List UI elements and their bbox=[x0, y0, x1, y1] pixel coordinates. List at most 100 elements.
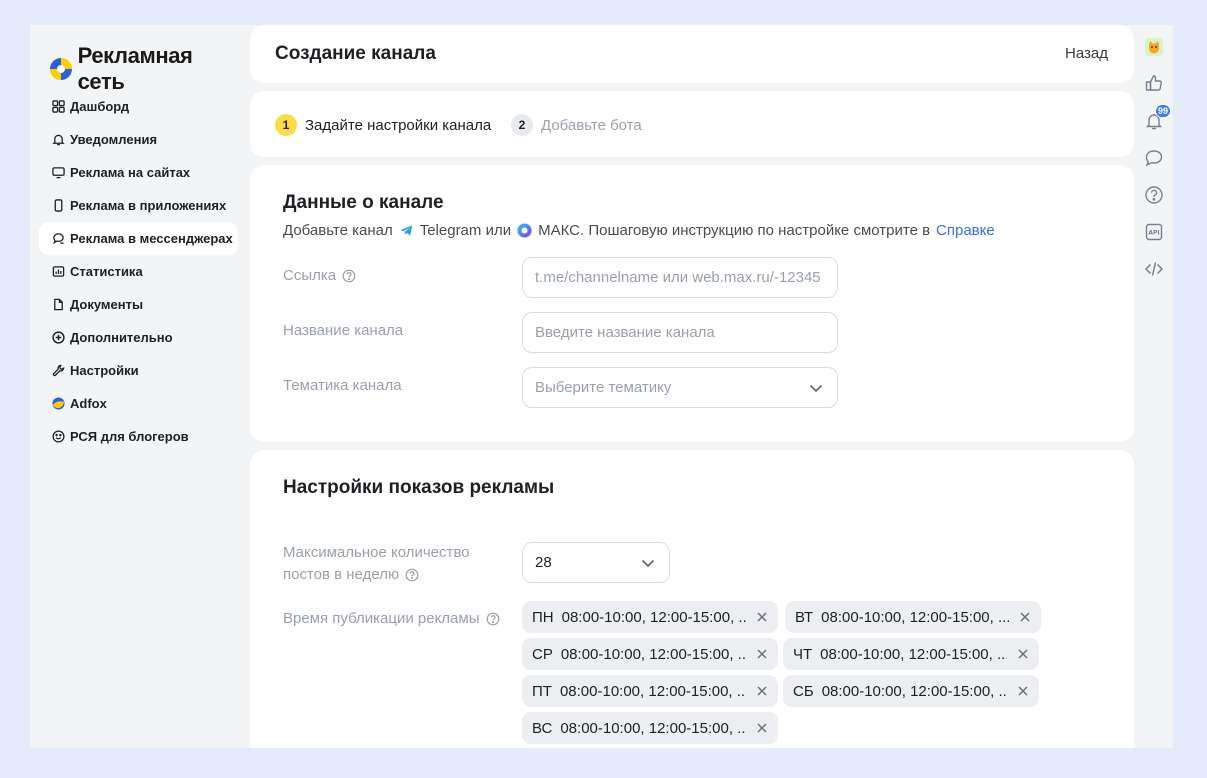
api-text: API bbox=[1148, 230, 1159, 237]
sidebar-item-label: Уведомления bbox=[70, 132, 158, 147]
page-title: Создание канала bbox=[275, 43, 436, 64]
sidebar-item-settings[interactable]: Настройки bbox=[39, 354, 238, 387]
channel-name-input[interactable]: Введите название канала bbox=[522, 312, 838, 353]
help-circle-icon[interactable] bbox=[486, 612, 500, 626]
label-text: Название канала bbox=[283, 322, 404, 339]
schedule-chip-friday[interactable]: ПТ 08:00-10:00, 12:00-15:00, ... bbox=[522, 675, 778, 707]
publish-time-label: Время публикации рекламы bbox=[283, 608, 500, 630]
sidebar-item-label: Реклама в мессенджерах bbox=[70, 231, 233, 246]
logo-text: Рекламная сеть bbox=[77, 43, 193, 94]
sidebar-item-adfox[interactable]: Adfox bbox=[39, 387, 238, 420]
like-icon[interactable] bbox=[1143, 72, 1165, 94]
close-icon[interactable] bbox=[1017, 685, 1029, 697]
close-icon[interactable] bbox=[1017, 648, 1029, 660]
schedule-chip-sunday[interactable]: ВС 08:00-10:00, 12:00-15:00, ... bbox=[522, 712, 778, 744]
label-text: постов в неделю bbox=[283, 566, 400, 583]
sidebar-nav: Дашборд Уведомления Реклама на сайтах Ре… bbox=[39, 90, 238, 453]
chip-times: 08:00-10:00, 12:00-15:00, ... bbox=[560, 719, 746, 737]
wrench-icon bbox=[51, 364, 65, 378]
input-placeholder: Введите название канала bbox=[535, 324, 715, 341]
help-link[interactable]: Справке bbox=[936, 222, 995, 239]
max-posts-select[interactable]: 28 bbox=[522, 542, 670, 583]
page-header: Создание канала Назад bbox=[250, 25, 1134, 83]
chart-icon bbox=[51, 265, 65, 279]
chip-times: 08:00-10:00, 12:00-15:00, ... bbox=[560, 645, 746, 663]
close-icon[interactable] bbox=[1019, 611, 1031, 623]
instructions-text: Добавьте канал bbox=[283, 222, 393, 239]
label-line: постов в неделю bbox=[283, 564, 419, 586]
sidebar-item-apps[interactable]: Реклама в приложениях bbox=[39, 189, 238, 222]
link-label: Ссылка bbox=[283, 265, 356, 287]
close-icon[interactable] bbox=[756, 611, 768, 623]
close-icon[interactable] bbox=[756, 722, 768, 734]
max-posts-label: Максимальное количество постов в неделю bbox=[283, 542, 470, 586]
chip-day: ЧТ bbox=[793, 645, 813, 663]
sidebar-item-label: Реклама на сайтах bbox=[70, 165, 191, 180]
sidebar-item-label: Документы bbox=[70, 297, 144, 312]
help-icon[interactable] bbox=[1143, 184, 1165, 206]
sidebar-item-messengers[interactable]: Реклама в мессенджерах bbox=[39, 222, 238, 255]
avatar[interactable] bbox=[1143, 36, 1165, 58]
channel-instructions: Добавьте канал Telegram или МАКС. Пошаго… bbox=[283, 222, 995, 239]
code-icon[interactable] bbox=[1143, 258, 1165, 280]
label-text: Ссылка bbox=[283, 267, 337, 284]
chip-day: СР bbox=[532, 645, 553, 663]
api-icon[interactable]: API bbox=[1143, 221, 1165, 243]
channel-link-input[interactable]: t.me/channelname или web.max.ru/-12345 bbox=[522, 257, 838, 298]
label-text: Тематика канала bbox=[283, 377, 402, 394]
help-circle-icon[interactable] bbox=[405, 568, 419, 582]
channel-name-label: Название канала bbox=[283, 320, 403, 342]
logo[interactable]: Рекламная сеть bbox=[50, 43, 242, 95]
sidebar-item-notifications[interactable]: Уведомления bbox=[39, 123, 238, 156]
schedule-chip-tuesday[interactable]: ВТ 08:00-10:00, 12:00-15:00, ... bbox=[785, 601, 1041, 633]
step-configure-channel[interactable]: 1 Задайте настройки канала bbox=[275, 114, 491, 136]
input-placeholder: t.me/channelname или web.max.ru/-12345 bbox=[535, 269, 821, 286]
channel-topic-select[interactable]: Выберите тематику bbox=[522, 367, 838, 408]
stepper: 1 Задайте настройки канала 2 Добавьте бо… bbox=[250, 91, 1134, 157]
sidebar-item-additional[interactable]: Дополнительно bbox=[39, 321, 238, 354]
yandex-ads-logo-icon bbox=[50, 58, 72, 80]
notification-badge: 99 bbox=[1154, 104, 1171, 118]
channel-data-section: Данные о канале Добавьте канал Telegram … bbox=[250, 165, 1134, 442]
back-button[interactable]: Назад bbox=[1065, 45, 1108, 62]
bell-icon bbox=[51, 133, 65, 147]
sidebar-item-label: Реклама в приложениях bbox=[70, 198, 227, 213]
notifications-button[interactable]: 99 bbox=[1143, 104, 1171, 132]
sidebar-item-bloggers[interactable]: РСЯ для блогеров bbox=[39, 420, 238, 453]
sidebar-item-label: Дашборд bbox=[70, 99, 130, 114]
select-value: 28 bbox=[535, 554, 552, 571]
section-title: Данные о канале bbox=[283, 192, 444, 213]
select-placeholder: Выберите тематику bbox=[535, 379, 672, 396]
close-icon[interactable] bbox=[756, 648, 768, 660]
close-icon[interactable] bbox=[756, 685, 768, 697]
schedule-chip-thursday[interactable]: ЧТ 08:00-10:00, 12:00-15:00, ... bbox=[783, 638, 1039, 670]
document-icon bbox=[51, 298, 65, 312]
sidebar-item-dashboard[interactable]: Дашборд bbox=[39, 90, 238, 123]
chip-day: ПН bbox=[532, 608, 554, 626]
chat-icon bbox=[51, 232, 65, 246]
schedule-chip-wednesday[interactable]: СР 08:00-10:00, 12:00-15:00, ... bbox=[522, 638, 778, 670]
chevron-down-icon bbox=[807, 379, 825, 397]
sidebar-item-documents[interactable]: Документы bbox=[39, 288, 238, 321]
schedule-chip-monday[interactable]: ПН 08:00-10:00, 12:00-15:00, ... bbox=[522, 601, 778, 633]
chip-day: ВТ bbox=[795, 608, 814, 626]
step-add-bot[interactable]: 2 Добавьте бота bbox=[511, 114, 642, 136]
chip-times: 08:00-10:00, 12:00-15:00, ... bbox=[561, 608, 746, 626]
label-text: Максимальное количество bbox=[283, 544, 470, 561]
plus-circle-icon bbox=[51, 331, 65, 345]
sidebar-item-label: Статистика bbox=[70, 264, 143, 279]
instructions-text: Telegram или bbox=[419, 222, 512, 239]
monitor-icon bbox=[51, 166, 65, 180]
chevron-down-icon bbox=[639, 554, 657, 572]
step-label: Задайте настройки канала bbox=[305, 116, 492, 134]
sidebar-item-label: РСЯ для блогеров bbox=[70, 429, 189, 444]
chip-day: ВС bbox=[532, 719, 553, 737]
sidebar-item-statistics[interactable]: Статистика bbox=[39, 255, 238, 288]
chat-bubble-icon[interactable] bbox=[1143, 147, 1165, 169]
chip-times: 08:00-10:00, 12:00-15:00, ... bbox=[821, 608, 1009, 626]
app-frame: Рекламная сеть Дашборд Уведомления Рекла… bbox=[30, 25, 1173, 748]
adfox-logo-icon bbox=[51, 397, 65, 411]
sidebar-item-sites[interactable]: Реклама на сайтах bbox=[39, 156, 238, 189]
schedule-chip-saturday[interactable]: СБ 08:00-10:00, 12:00-15:00, ... bbox=[783, 675, 1039, 707]
help-circle-icon[interactable] bbox=[342, 269, 356, 283]
